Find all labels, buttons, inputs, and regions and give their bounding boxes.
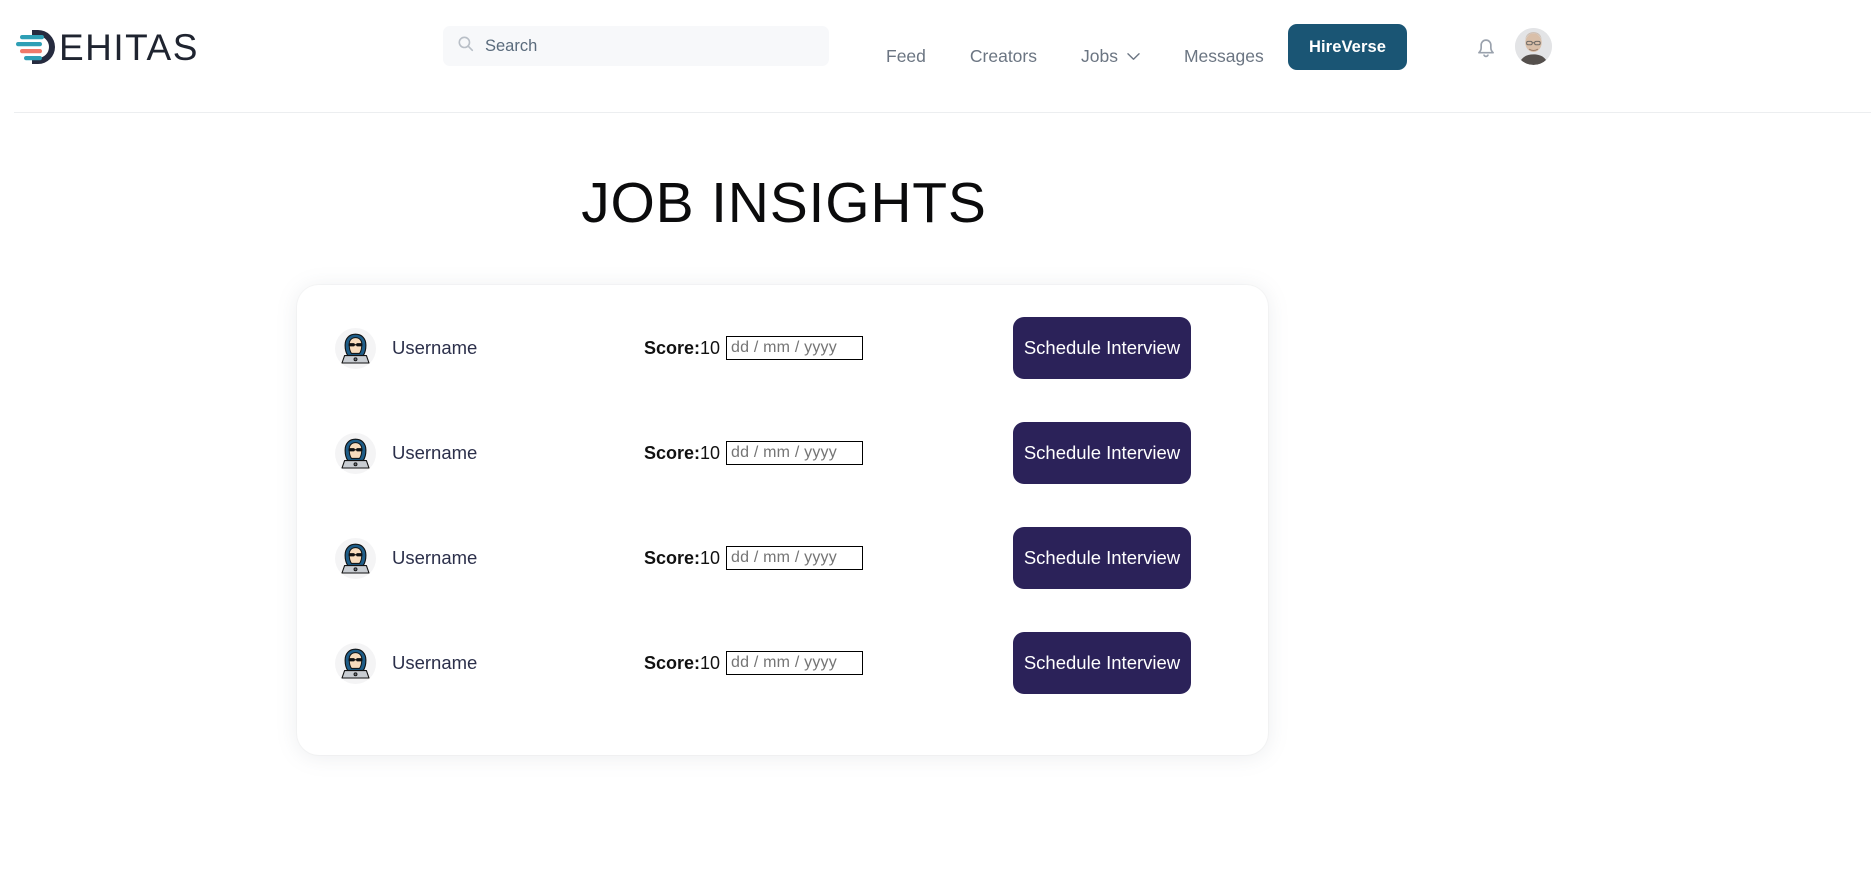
interview-date-cell	[726, 651, 863, 675]
score-cell: Score: 10	[644, 653, 720, 674]
avatar	[1515, 28, 1552, 65]
action-cell: Schedule Interview	[1013, 422, 1191, 484]
nav-item-creators[interactable]: Creators	[948, 40, 1059, 73]
score-value: 10	[700, 652, 721, 673]
hacker-avatar-icon	[335, 642, 376, 684]
hacker-avatar-icon	[335, 432, 376, 474]
score-value: 10	[700, 442, 721, 463]
schedule-interview-button[interactable]: Schedule Interview	[1013, 422, 1191, 484]
hacker-avatar-icon	[335, 537, 376, 579]
candidate-username: Username	[392, 337, 478, 358]
score-label: Score:	[644, 652, 701, 673]
dehitas-logo-mark-icon	[14, 25, 62, 69]
notifications-button[interactable]	[1472, 33, 1500, 61]
candidate-cell: Username	[335, 642, 478, 684]
nav-item-messages[interactable]: Messages	[1162, 40, 1286, 73]
action-cell: Schedule Interview	[1013, 317, 1191, 379]
app-header: EHITAS Feed Creators Jobs Messages	[0, 0, 1871, 113]
table-row: Username Score:10 Schedule Interview	[297, 411, 1268, 495]
app-logo[interactable]: EHITAS	[14, 24, 199, 70]
search-input[interactable]	[485, 36, 815, 56]
user-avatar-button[interactable]	[1515, 28, 1552, 65]
score-label: Score:	[644, 337, 701, 358]
score-cell: Score: 10	[644, 338, 720, 359]
score-value: 10	[700, 547, 721, 568]
interview-date-input[interactable]	[726, 441, 863, 465]
score-label: Score:	[644, 547, 701, 568]
interview-date-input[interactable]	[726, 546, 863, 570]
table-row: Username Score:10 Schedule Interview	[297, 516, 1268, 600]
hacker-avatar-icon	[335, 327, 376, 369]
nav-item-jobs[interactable]: Jobs	[1059, 40, 1162, 73]
candidate-username: Username	[392, 652, 478, 673]
hireverse-button[interactable]: HireVerse	[1288, 24, 1407, 70]
nav-label: Feed	[886, 46, 926, 66]
logo-wordmark: EHITAS	[59, 26, 199, 68]
search-icon	[457, 35, 474, 57]
score-value: 10	[700, 337, 721, 358]
action-cell: Schedule Interview	[1013, 527, 1191, 589]
candidate-cell: Username	[335, 432, 478, 474]
candidate-username: Username	[392, 547, 478, 568]
interview-date-input[interactable]	[726, 651, 863, 675]
schedule-interview-button[interactable]: Schedule Interview	[1013, 632, 1191, 694]
nav-label: Jobs	[1081, 46, 1118, 66]
job-insights-card: Username Score:10 Schedule Interview	[297, 285, 1268, 755]
candidate-cell: Username	[335, 327, 478, 369]
schedule-interview-button[interactable]: Schedule Interview	[1013, 527, 1191, 589]
candidate-cell: Username	[335, 537, 478, 579]
chevron-down-icon	[1127, 52, 1140, 61]
interview-date-cell	[726, 336, 863, 360]
interview-date-cell	[726, 546, 863, 570]
primary-nav: Feed Creators Jobs Messages	[864, 0, 1286, 113]
score-label: Score:	[644, 442, 701, 463]
action-cell: Schedule Interview	[1013, 632, 1191, 694]
interview-date-cell	[726, 441, 863, 465]
bell-icon	[1472, 33, 1500, 61]
page-title: JOB INSIGHTS	[581, 171, 987, 235]
table-row: Username Score:10 Schedule Interview	[297, 621, 1268, 705]
score-cell: Score: 10	[644, 548, 720, 569]
schedule-interview-button[interactable]: Schedule Interview	[1013, 317, 1191, 379]
nav-label: Messages	[1183, 46, 1264, 66]
nav-item-feed[interactable]: Feed	[864, 40, 948, 73]
nav-label: Creators	[969, 46, 1037, 66]
score-cell: Score: 10	[644, 443, 720, 464]
interview-date-input[interactable]	[726, 336, 863, 360]
search-bar[interactable]	[443, 26, 829, 66]
table-row: Username Score:10 Schedule Interview	[297, 306, 1268, 390]
candidate-username: Username	[392, 442, 478, 463]
